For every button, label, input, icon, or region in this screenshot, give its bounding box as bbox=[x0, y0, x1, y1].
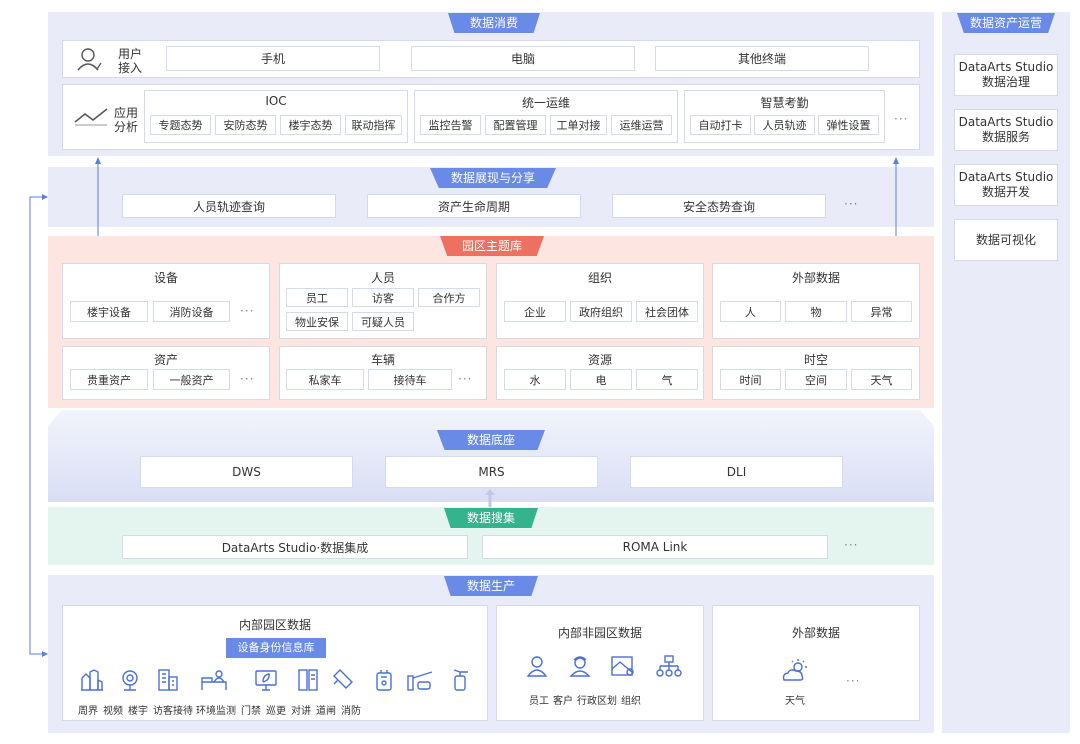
right-up-arrowhead bbox=[893, 157, 899, 164]
feedback-loop-line bbox=[29, 196, 44, 655]
left-up-arrowhead bbox=[95, 157, 101, 164]
center-up-arrowhead bbox=[485, 489, 495, 495]
feedback-arrow-top bbox=[42, 194, 48, 200]
feedback-arrow-bottom bbox=[42, 651, 48, 657]
flow-arrows bbox=[29, 157, 899, 657]
